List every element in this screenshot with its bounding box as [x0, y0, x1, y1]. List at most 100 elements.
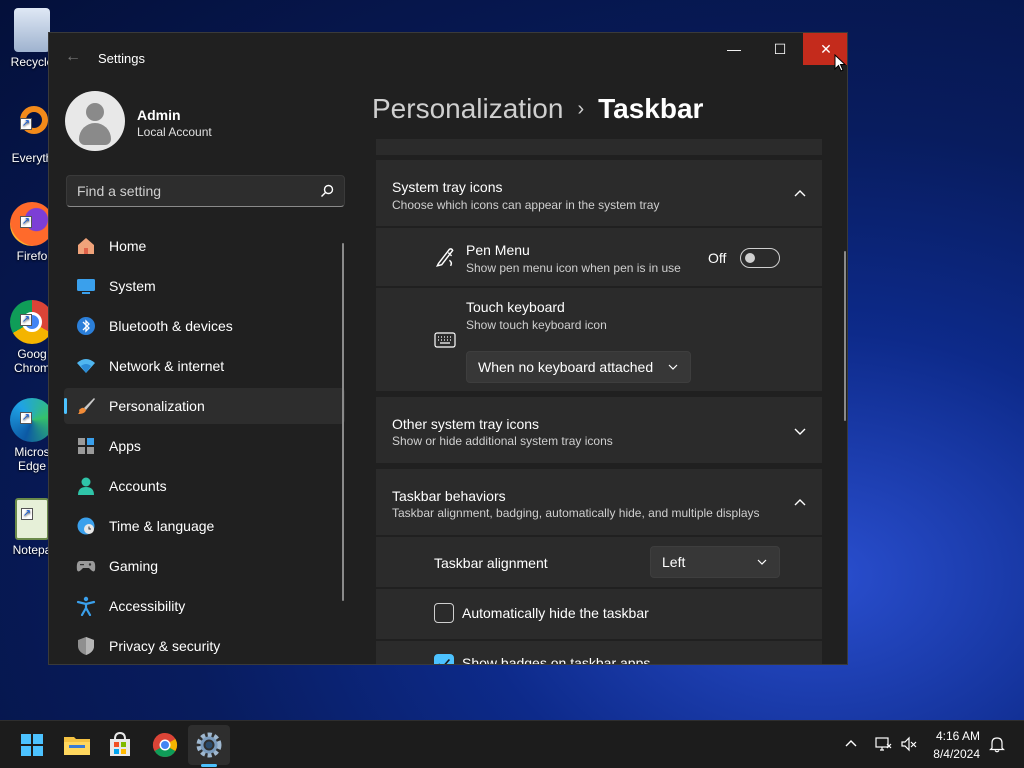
sidebar-item-time-language[interactable]: Time & language [64, 508, 345, 544]
title-bar[interactable]: ← Settings — ☐ ✕ [49, 33, 847, 81]
notification-bell-icon[interactable] [988, 735, 1006, 753]
sidebar-item-accounts[interactable]: Accounts [64, 468, 345, 504]
badges-checkbox[interactable] [434, 654, 454, 664]
section-title: System tray icons [392, 179, 503, 195]
sidebar-item-label: Time & language [109, 518, 215, 534]
volume-muted-icon[interactable] [900, 735, 918, 753]
chevron-up-icon[interactable] [793, 187, 807, 201]
sidebar-item-bluetooth[interactable]: Bluetooth & devices [64, 308, 345, 344]
sidebar-item-network[interactable]: Network & internet [64, 348, 345, 384]
taskbar-alignment-label: Taskbar alignment [434, 555, 548, 571]
network-icon[interactable] [874, 735, 892, 753]
sidebar-item-label: Accounts [109, 478, 167, 494]
auto-hide-checkbox[interactable] [434, 603, 454, 623]
wifi-icon [77, 359, 95, 373]
sidebar-item-apps[interactable]: Apps [64, 428, 345, 464]
touch-keyboard-subtitle: Show touch keyboard icon [466, 318, 607, 332]
main-scrollbar[interactable] [844, 251, 846, 421]
touch-keyboard-title: Touch keyboard [466, 299, 565, 315]
section-subtitle: Choose which icons can appear in the sys… [392, 198, 660, 212]
sidebar-scrollbar[interactable] [342, 243, 344, 601]
chevron-up-icon[interactable] [842, 735, 860, 753]
section-title: Taskbar behaviors [392, 488, 506, 504]
sidebar-item-label: Accessibility [109, 598, 186, 614]
sidebar-item-label: Home [109, 238, 147, 254]
taskbar-alignment-row: Taskbar alignment Left [376, 537, 822, 587]
sidebar-nav: Home System Bluetooth & devices Network … [64, 228, 345, 664]
pen-menu-toggle[interactable] [740, 248, 780, 268]
sidebar-item-label: Apps [109, 438, 141, 454]
profile-account-type: Local Account [137, 125, 212, 139]
avatar[interactable] [65, 91, 125, 151]
breadcrumb: Personalization › Taskbar [372, 93, 703, 125]
recycle-bin-icon [14, 8, 50, 52]
sidebar-item-label: Network & internet [109, 358, 225, 374]
pen-menu-subtitle: Show pen menu icon when pen is in use [466, 261, 681, 275]
search-box[interactable] [66, 175, 345, 207]
touch-keyboard-dropdown[interactable]: When no keyboard attached [466, 351, 691, 383]
breadcrumb-parent[interactable]: Personalization [372, 93, 563, 124]
minimize-button[interactable]: — [711, 33, 757, 65]
shortcut-arrow-icon: ↗ [21, 508, 33, 520]
mouse-cursor-icon [834, 54, 846, 72]
dropdown-value: Left [662, 554, 686, 570]
active-app-indicator [201, 764, 217, 767]
pen-menu-title: Pen Menu [466, 242, 530, 258]
monitor-icon [77, 279, 95, 294]
auto-hide-row[interactable]: Automatically hide the taskbar [376, 589, 822, 639]
chevron-down-icon [668, 364, 678, 370]
start-icon[interactable] [16, 729, 48, 761]
microsoft-store-icon[interactable] [104, 729, 136, 761]
maximize-button[interactable]: ☐ [757, 33, 803, 65]
shield-icon [78, 637, 94, 655]
chrome-icon[interactable] [149, 729, 181, 761]
sidebar-item-personalization[interactable]: Personalization [64, 388, 345, 424]
badges-label: Show badges on taskbar apps [462, 655, 651, 665]
search-input[interactable] [67, 176, 317, 206]
pen-menu-toggle-state: Off [708, 250, 727, 266]
sidebar-item-system[interactable]: System [64, 268, 345, 304]
other-system-tray-icons-header[interactable]: Other system tray icons Show or hide add… [376, 397, 822, 463]
window-title: Settings [98, 51, 145, 66]
gamepad-icon [76, 561, 96, 572]
shortcut-arrow-icon: ↗ [20, 314, 32, 326]
sidebar-item-label: Gaming [109, 558, 159, 574]
accessibility-icon [76, 596, 96, 616]
checkmark-icon [438, 658, 451, 664]
sidebar-item-label: Personalization [109, 398, 205, 414]
taskbar-behaviors-header[interactable]: Taskbar behaviors Taskbar alignment, bad… [376, 469, 822, 535]
system-tray-icons-header[interactable]: System tray icons Choose which icons can… [376, 160, 822, 226]
shortcut-arrow-icon: ↗ [20, 412, 32, 424]
sidebar-item-label: Privacy & security [109, 638, 221, 654]
sidebar-item-privacy-security[interactable]: Privacy & security [64, 628, 345, 664]
taskbar-alignment-dropdown[interactable]: Left [650, 546, 780, 578]
badges-row[interactable]: Show badges on taskbar apps [376, 641, 822, 665]
previous-card-edge [376, 139, 822, 155]
chevron-up-icon[interactable] [793, 496, 807, 510]
pen-icon [435, 248, 454, 267]
settings-icon[interactable] [193, 729, 225, 761]
section-subtitle: Show or hide additional system tray icon… [392, 434, 613, 448]
section-title: Other system tray icons [392, 416, 540, 432]
bluetooth-icon [77, 317, 95, 335]
sidebar-item-home[interactable]: Home [64, 228, 345, 264]
breadcrumb-separator: › [577, 98, 585, 120]
touch-keyboard-row: Touch keyboard Show touch keyboard icon … [376, 288, 822, 391]
shortcut-arrow-icon: ↗ [20, 118, 32, 130]
home-icon [78, 238, 94, 254]
clock-date[interactable]: 8/4/2024 [933, 747, 980, 761]
globe-clock-icon [77, 517, 95, 535]
profile-name: Admin [137, 107, 181, 123]
file-explorer-icon[interactable] [61, 729, 93, 761]
clock-time[interactable]: 4:16 AM [936, 729, 980, 743]
dropdown-value: When no keyboard attached [478, 359, 654, 375]
keyboard-icon [434, 332, 456, 348]
paintbrush-icon [78, 398, 95, 414]
search-icon [321, 184, 334, 197]
sidebar-item-accessibility[interactable]: Accessibility [64, 588, 345, 624]
apps-icon [78, 438, 94, 454]
chevron-down-icon[interactable] [793, 424, 807, 438]
sidebar-item-gaming[interactable]: Gaming [64, 548, 345, 584]
auto-hide-label: Automatically hide the taskbar [462, 605, 649, 621]
back-button[interactable]: ← [63, 47, 83, 67]
